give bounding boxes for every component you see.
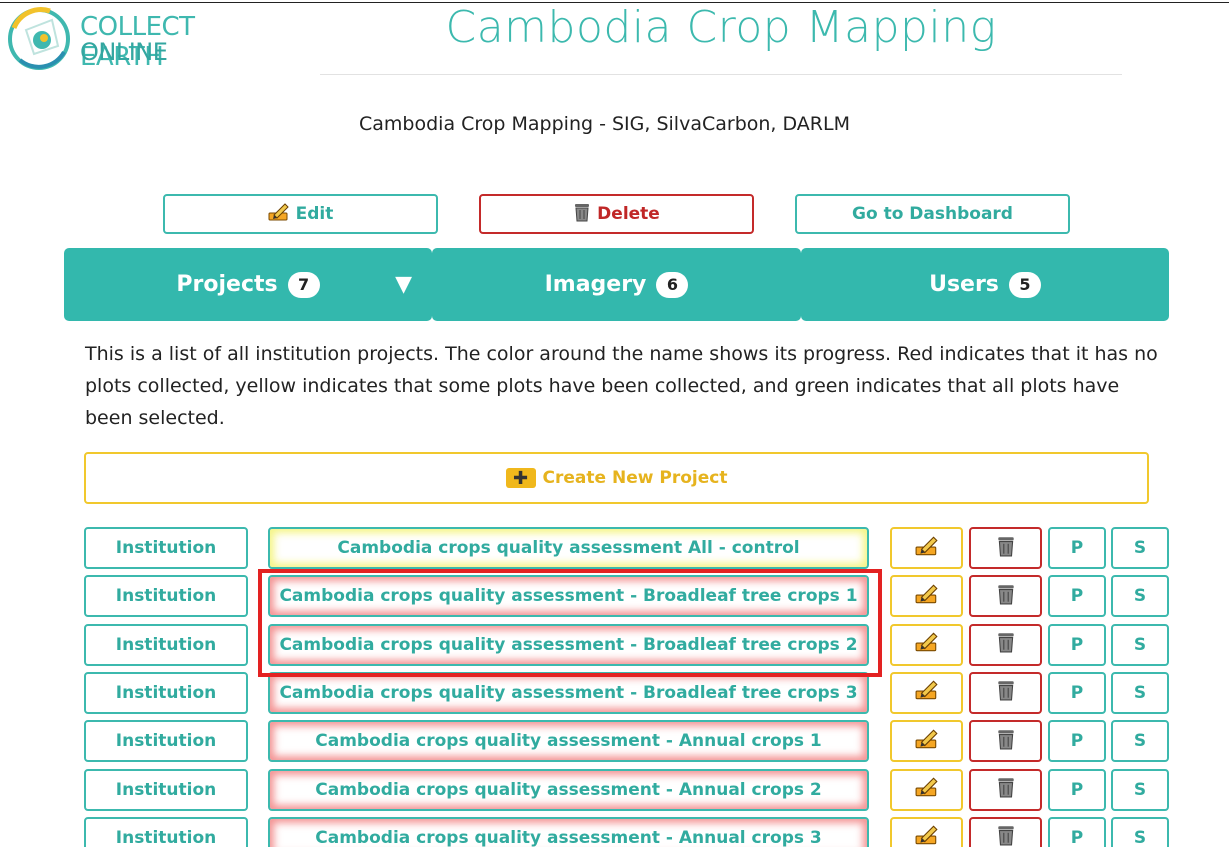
trash-icon <box>996 631 1016 658</box>
institution-button[interactable]: Institution <box>84 575 248 618</box>
projects-count-badge: 7 <box>287 271 320 298</box>
project-p-button[interactable]: P <box>1048 816 1106 847</box>
imagery-count-badge: 6 <box>656 271 689 298</box>
project-p-button[interactable]: P <box>1048 527 1106 569</box>
edit-project-button[interactable] <box>890 575 963 618</box>
edit-label: Edit <box>295 204 334 224</box>
pencil-icon <box>915 729 939 754</box>
project-name-button[interactable]: Cambodia crops quality assessment - Broa… <box>268 671 869 714</box>
project-row: Institution Cambodia crops quality assess… <box>0 527 1229 569</box>
delete-project-button[interactable] <box>969 720 1042 763</box>
delete-project-button[interactable] <box>969 527 1042 569</box>
project-row: Institution Cambodia crops quality assess… <box>0 671 1229 714</box>
project-p-button[interactable]: P <box>1048 768 1106 811</box>
pencil-icon <box>915 584 939 609</box>
go-to-dashboard-button[interactable]: Go to Dashboard <box>795 194 1070 234</box>
project-p-button[interactable]: P <box>1048 623 1106 666</box>
project-name-button[interactable]: Cambodia crops quality assessment - Broa… <box>268 575 869 618</box>
project-p-button[interactable]: P <box>1048 720 1106 763</box>
delete-project-button[interactable] <box>969 575 1042 618</box>
pencil-icon <box>915 777 939 802</box>
projects-intro-text: This is a list of all institution projec… <box>85 343 1158 429</box>
globe-logo-icon <box>8 7 70 70</box>
trash-icon <box>996 679 1016 706</box>
trash-icon <box>996 776 1016 803</box>
edit-project-button[interactable] <box>890 671 963 714</box>
project-s-button[interactable]: S <box>1111 816 1169 847</box>
delete-institution-button[interactable]: Delete <box>479 194 754 234</box>
institution-button[interactable]: Institution <box>84 671 248 714</box>
edit-institution-button[interactable]: Edit <box>163 194 438 234</box>
tab-projects[interactable]: Projects 7 ▼ <box>64 248 432 321</box>
trash-icon <box>996 824 1016 847</box>
edit-project-button[interactable] <box>890 720 963 763</box>
title-divider <box>320 74 1122 75</box>
project-row: Institution Cambodia crops quality assess… <box>0 720 1229 763</box>
users-count-badge: 5 <box>1008 271 1041 298</box>
tab-projects-label: Projects <box>176 272 278 297</box>
project-s-button[interactable]: S <box>1111 575 1169 618</box>
project-row: Institution Cambodia crops quality assess… <box>0 575 1229 618</box>
institution-button[interactable]: Institution <box>84 623 248 666</box>
pencil-icon <box>915 825 939 847</box>
edit-project-button[interactable] <box>890 623 963 666</box>
trash-icon <box>996 535 1016 562</box>
plus-icon: ✚ <box>505 468 536 489</box>
caret-down-icon: ▼ <box>395 272 412 297</box>
edit-project-button[interactable] <box>890 768 963 811</box>
institution-description: Cambodia Crop Mapping - SIG, SilvaCarbon… <box>359 113 850 135</box>
page-title: Cambodia Crop Mapping <box>445 2 997 53</box>
project-name-button[interactable]: Cambodia crops quality assessment - Annu… <box>268 768 869 811</box>
project-name-button[interactable]: Cambodia crops quality assessment - Annu… <box>268 720 869 763</box>
project-s-button[interactable]: S <box>1111 720 1169 763</box>
institution-button[interactable]: Institution <box>84 816 248 847</box>
delete-label: Delete <box>597 204 660 224</box>
tab-users-label: Users <box>929 272 999 297</box>
tab-imagery-label: Imagery <box>544 272 647 297</box>
create-project-label: Create New Project <box>542 468 728 488</box>
project-s-button[interactable]: S <box>1111 623 1169 666</box>
project-row: Institution Cambodia crops quality assess… <box>0 623 1229 666</box>
institution-button[interactable]: Institution <box>84 527 248 569</box>
logo-text-online: ONLINE <box>80 38 168 66</box>
delete-project-button[interactable] <box>969 816 1042 847</box>
project-s-button[interactable]: S <box>1111 768 1169 811</box>
delete-project-button[interactable] <box>969 623 1042 666</box>
project-s-button[interactable]: S <box>1111 671 1169 714</box>
trash-icon <box>996 583 1016 610</box>
pencil-icon <box>915 632 939 657</box>
edit-project-button[interactable] <box>890 527 963 569</box>
tab-users[interactable]: Users 5 <box>801 248 1169 321</box>
pencil-icon <box>268 202 290 226</box>
institution-button[interactable]: Institution <box>84 768 248 811</box>
project-s-button[interactable]: S <box>1111 527 1169 569</box>
trash-icon <box>573 202 591 227</box>
project-row: Institution Cambodia crops quality assess… <box>0 816 1229 847</box>
edit-project-button[interactable] <box>890 816 963 847</box>
collect-earth-logo[interactable]: COLLECT EARTH ONLINE <box>6 6 276 72</box>
delete-project-button[interactable] <box>969 671 1042 714</box>
tab-imagery[interactable]: Imagery 6 <box>432 248 801 321</box>
trash-icon <box>996 728 1016 755</box>
project-p-button[interactable]: P <box>1048 575 1106 618</box>
project-p-button[interactable]: P <box>1048 671 1106 714</box>
create-new-project-button[interactable]: ✚ Create New Project <box>84 452 1149 504</box>
institution-button[interactable]: Institution <box>84 720 248 763</box>
pencil-icon <box>915 680 939 705</box>
pencil-icon <box>915 536 939 561</box>
project-name-button[interactable]: Cambodia crops quality assessment - Annu… <box>268 816 869 847</box>
project-name-button[interactable]: Cambodia crops quality assessment All - … <box>268 527 869 569</box>
project-name-button[interactable]: Cambodia crops quality assessment - Broa… <box>268 623 869 666</box>
project-row: Institution Cambodia crops quality assess… <box>0 768 1229 811</box>
delete-project-button[interactable] <box>969 768 1042 811</box>
